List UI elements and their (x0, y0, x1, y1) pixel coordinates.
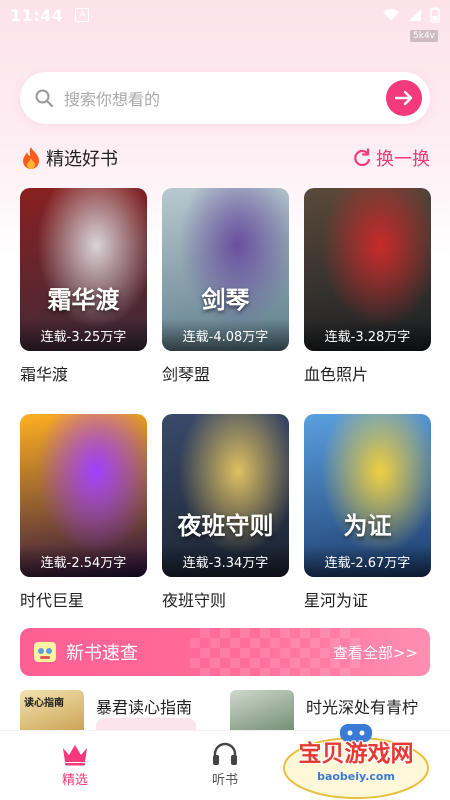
new-books-banner: 新书速查 查看全部>> (20, 628, 430, 676)
featured-title: 精选好书 (46, 149, 118, 170)
network-speed: 5k4v (410, 30, 438, 42)
book-status-badge: 连载-3.25万字 (20, 319, 147, 351)
crown-icon (63, 745, 87, 766)
watermark-text: 宝贝游戏网 (298, 740, 414, 767)
book-card[interactable]: 连载-3.28万字血色照片 (304, 188, 431, 385)
book-card[interactable]: 为证连载-2.67万字星河为证 (304, 414, 431, 611)
status-bar: 11:44 A (0, 0, 450, 30)
status-right (382, 7, 440, 23)
featured-header: 精选好书 换一换 (20, 143, 430, 173)
new-book-thumb-text: 读心指南 (24, 698, 64, 709)
book-title: 夜班守则 (162, 591, 227, 610)
book-status-badge: 连载-2.54万字 (20, 545, 147, 577)
book-status-badge: 连载-3.34万字 (162, 545, 289, 577)
tab-audiobooks-label: 听书 (211, 773, 238, 788)
book-card[interactable]: 连载-2.54万字时代巨星 (20, 414, 147, 611)
site-watermark: 宝贝游戏网 baobeiy.com (268, 724, 444, 800)
refresh-label: 换一换 (376, 149, 430, 170)
book-cover: 连载-3.28万字 (304, 188, 431, 351)
search-icon (35, 89, 53, 107)
book-cover-text: 霜华渡 (47, 285, 120, 314)
arrow-right-icon (394, 90, 413, 106)
search-placeholder: 搜索你想看的 (64, 90, 161, 109)
new-books-title: 新书速查 (66, 643, 138, 664)
tab-featured-label: 精选 (61, 773, 88, 788)
book-title: 星河为证 (304, 591, 369, 610)
headphones-icon (213, 742, 237, 765)
book-cover: 夜班守则连载-3.34万字 (162, 414, 289, 577)
book-title: 血色照片 (304, 365, 369, 384)
fire-icon (23, 147, 39, 169)
book-card[interactable]: 霜华渡 连载-3.25万字 霜华渡 (20, 188, 147, 385)
book-cover: 连载-2.54万字 (20, 414, 147, 577)
book-cover: 为证连载-2.67万字 (304, 414, 431, 577)
book-status-badge: 连载-3.28万字 (304, 319, 431, 351)
book-mascot-icon (34, 642, 56, 662)
wifi-icon (383, 9, 399, 21)
notification-a-icon: A (75, 8, 90, 22)
watermark-url: baobeiy.com (317, 770, 395, 783)
new-book-thumb: 读心指南 (20, 690, 84, 735)
status-time: 11:44 (10, 5, 64, 25)
new-book-item[interactable]: 读心指南 暴君读心指南 (20, 690, 196, 735)
book-cover-text: 为证 (343, 511, 392, 540)
battery-icon (430, 7, 440, 23)
book-cover: 霜华渡连载-3.25万字 (20, 188, 147, 351)
book-card[interactable]: 剑琴连载-4.08万字剑琴盟 (162, 188, 289, 385)
book-cover: 剑琴连载-4.08万字 (162, 188, 289, 351)
book-cover-text: 夜班守则 (177, 511, 274, 540)
book-card[interactable]: 夜班守则 连载-3.34万字 夜班守则 (162, 414, 289, 611)
refresh-icon (354, 148, 371, 167)
book-status-badge: 连载-4.08万字 (162, 319, 289, 351)
tab-featured[interactable]: 精选 (45, 739, 105, 788)
refresh-button[interactable]: 换一换 (352, 145, 430, 171)
book-status-badge: 连载-2.67万字 (304, 545, 431, 577)
book-cover-text: 剑琴 (201, 285, 250, 314)
tab-audiobooks[interactable]: 听书 (195, 739, 255, 788)
book-title: 剑琴盟 (162, 365, 211, 384)
view-all-link[interactable]: 查看全部>> (333, 642, 418, 663)
book-title: 时代巨星 (20, 591, 85, 610)
search-input[interactable]: 搜索你想看的 (20, 72, 430, 124)
book-title: 霜华渡 (20, 365, 69, 384)
signal-icon (409, 9, 421, 21)
search-submit-button[interactable] (386, 80, 422, 116)
